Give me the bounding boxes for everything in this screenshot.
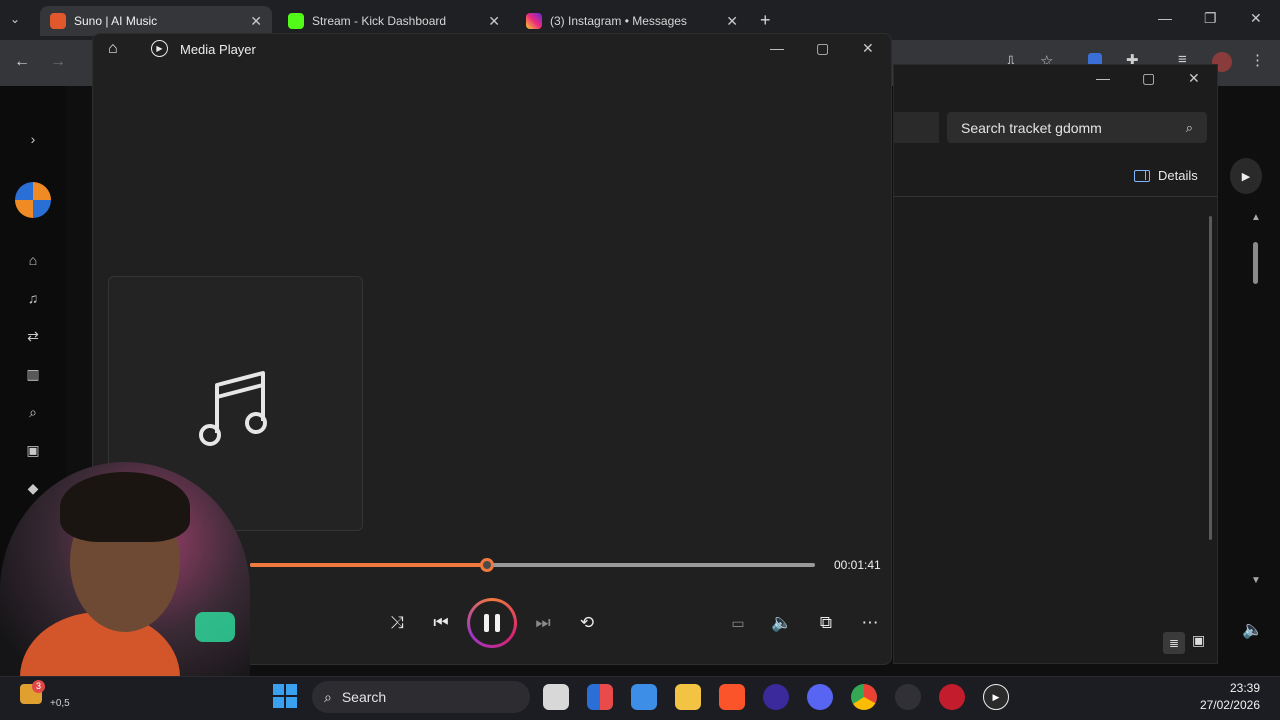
close-icon[interactable]: ✕ (726, 13, 738, 30)
explorer-minimize-icon[interactable]: — (1096, 70, 1110, 86)
windows-start-icon[interactable] (273, 684, 297, 708)
microsoft-store-icon[interactable] (631, 684, 657, 710)
tab-label: Suno | AI Music (74, 14, 158, 28)
close-icon[interactable]: ✕ (250, 13, 262, 30)
person-hair (60, 472, 190, 542)
taskbar-search[interactable]: ⌕ Search (312, 681, 530, 713)
play-arrow-icon[interactable]: ▶ (1230, 158, 1262, 194)
expand-chevron-icon[interactable]: › (22, 131, 44, 147)
create-music-icon[interactable]: ♫ (22, 290, 44, 306)
new-tab-button[interactable]: + (760, 10, 771, 31)
home-icon[interactable]: ⌂ (108, 40, 118, 58)
chrome-icon[interactable] (851, 684, 877, 710)
media-player-app-icon: ▶ (151, 40, 168, 57)
divider (893, 196, 1218, 197)
forward-arrow-icon[interactable]: → (50, 53, 66, 71)
hooks-icon[interactable]: ▣ (22, 442, 44, 459)
tab-label: Stream - Kick Dashboard (312, 14, 447, 28)
back-arrow-icon[interactable]: ← (14, 53, 30, 71)
shuffle-icon[interactable]: ⤨ (384, 610, 410, 636)
elapsed-time: 00:01:41 (834, 558, 881, 572)
pause-icon (470, 601, 514, 645)
seek-progress (250, 563, 487, 567)
search-icon: ⌕ (1185, 119, 1193, 135)
menu-icon[interactable]: ⋮ (1250, 51, 1265, 69)
search-label: Search (341, 689, 387, 705)
widgets-badge: 3 (32, 680, 45, 693)
explorer-address-bar[interactable] (893, 112, 939, 143)
clock-date: 27/02/2026 (1199, 698, 1260, 712)
page-scrollbar-thumb[interactable] (1253, 242, 1258, 284)
tile-view-icon[interactable]: ▣ (1192, 632, 1205, 649)
weather-text: +0,5 (50, 698, 70, 709)
details-label: Details (1158, 168, 1198, 183)
store-app-icon[interactable] (587, 684, 613, 710)
task-view-icon[interactable] (543, 684, 569, 710)
explorer-search-input[interactable]: Search tracket gdomm ⌕ (947, 112, 1207, 143)
list-view-icon[interactable]: ≣ (1163, 632, 1185, 654)
previous-icon[interactable]: ⏮ (428, 610, 454, 636)
details-pane-icon (1134, 169, 1150, 182)
library-icon[interactable]: ▥ (22, 366, 44, 383)
home-icon[interactable]: ⌂ (22, 252, 44, 268)
window-title: Media Player (180, 42, 256, 57)
maximize-icon[interactable]: ❐ (1204, 10, 1217, 27)
volume-icon[interactable]: 🔈 (1242, 620, 1263, 640)
suno-logo[interactable] (15, 182, 51, 218)
tab-label: (3) Instagram • Messages (550, 14, 687, 28)
miniplayer-icon[interactable]: ⧉ (813, 610, 839, 636)
tab-instagram[interactable]: (3) Instagram • Messages ✕ (516, 6, 748, 36)
instagram-favicon-icon (526, 13, 542, 29)
app-circle-icon[interactable] (763, 684, 789, 710)
explorer-close-icon[interactable]: ✕ (1188, 70, 1200, 87)
explorer-maximize-icon[interactable]: ▢ (1142, 70, 1155, 87)
obs-icon[interactable] (895, 684, 921, 710)
close-icon[interactable]: ✕ (488, 13, 500, 30)
tab-suno[interactable]: Suno | AI Music ✕ (40, 6, 272, 36)
search-icon[interactable]: ⌕ (22, 404, 44, 421)
red-app-icon[interactable] (939, 684, 965, 710)
discord-icon[interactable] (807, 684, 833, 710)
search-icon: ⌕ (324, 688, 332, 705)
green-light (195, 612, 235, 642)
player-minimize-icon[interactable]: — (770, 40, 784, 56)
clock-time: 23:39 (1229, 681, 1260, 695)
player-maximize-icon[interactable]: ▢ (816, 40, 829, 57)
close-window-icon[interactable]: ✕ (1250, 10, 1262, 27)
search-placeholder: Search tracket gdomm (961, 119, 1102, 136)
player-close-icon[interactable]: ✕ (862, 40, 874, 57)
subtitles-icon[interactable]: ▭ (725, 610, 751, 636)
seek-thumb[interactable] (480, 558, 494, 572)
suno-favicon-icon (50, 13, 66, 29)
music-note-icon (199, 371, 267, 446)
volume-icon[interactable]: 🔈 (769, 610, 795, 636)
scroll-up-icon[interactable]: ▲ (1251, 212, 1261, 223)
explore-icon[interactable]: ⇄ (22, 328, 44, 345)
explorer-window (893, 64, 1218, 664)
pause-button[interactable] (467, 598, 517, 648)
kick-favicon-icon (288, 13, 304, 29)
tab-kick[interactable]: Stream - Kick Dashboard ✕ (278, 6, 510, 36)
minimize-icon[interactable]: — (1158, 10, 1172, 26)
scroll-down-icon[interactable]: ▼ (1251, 575, 1261, 586)
tab-search-icon[interactable]: ⌄ (10, 12, 20, 26)
media-player-taskbar-icon[interactable]: ▶ (983, 684, 1009, 710)
file-explorer-icon[interactable] (675, 684, 701, 710)
next-icon[interactable]: ⏭ (530, 610, 556, 636)
brave-browser-icon[interactable] (719, 684, 745, 710)
more-options-icon[interactable]: ⋯ (857, 610, 883, 636)
details-button[interactable]: Details (1134, 168, 1198, 183)
repeat-icon[interactable]: ⟲ (574, 610, 600, 636)
system-clock[interactable]: 23:39 27/02/2026 (1190, 680, 1260, 714)
scrollbar[interactable] (1209, 216, 1212, 540)
